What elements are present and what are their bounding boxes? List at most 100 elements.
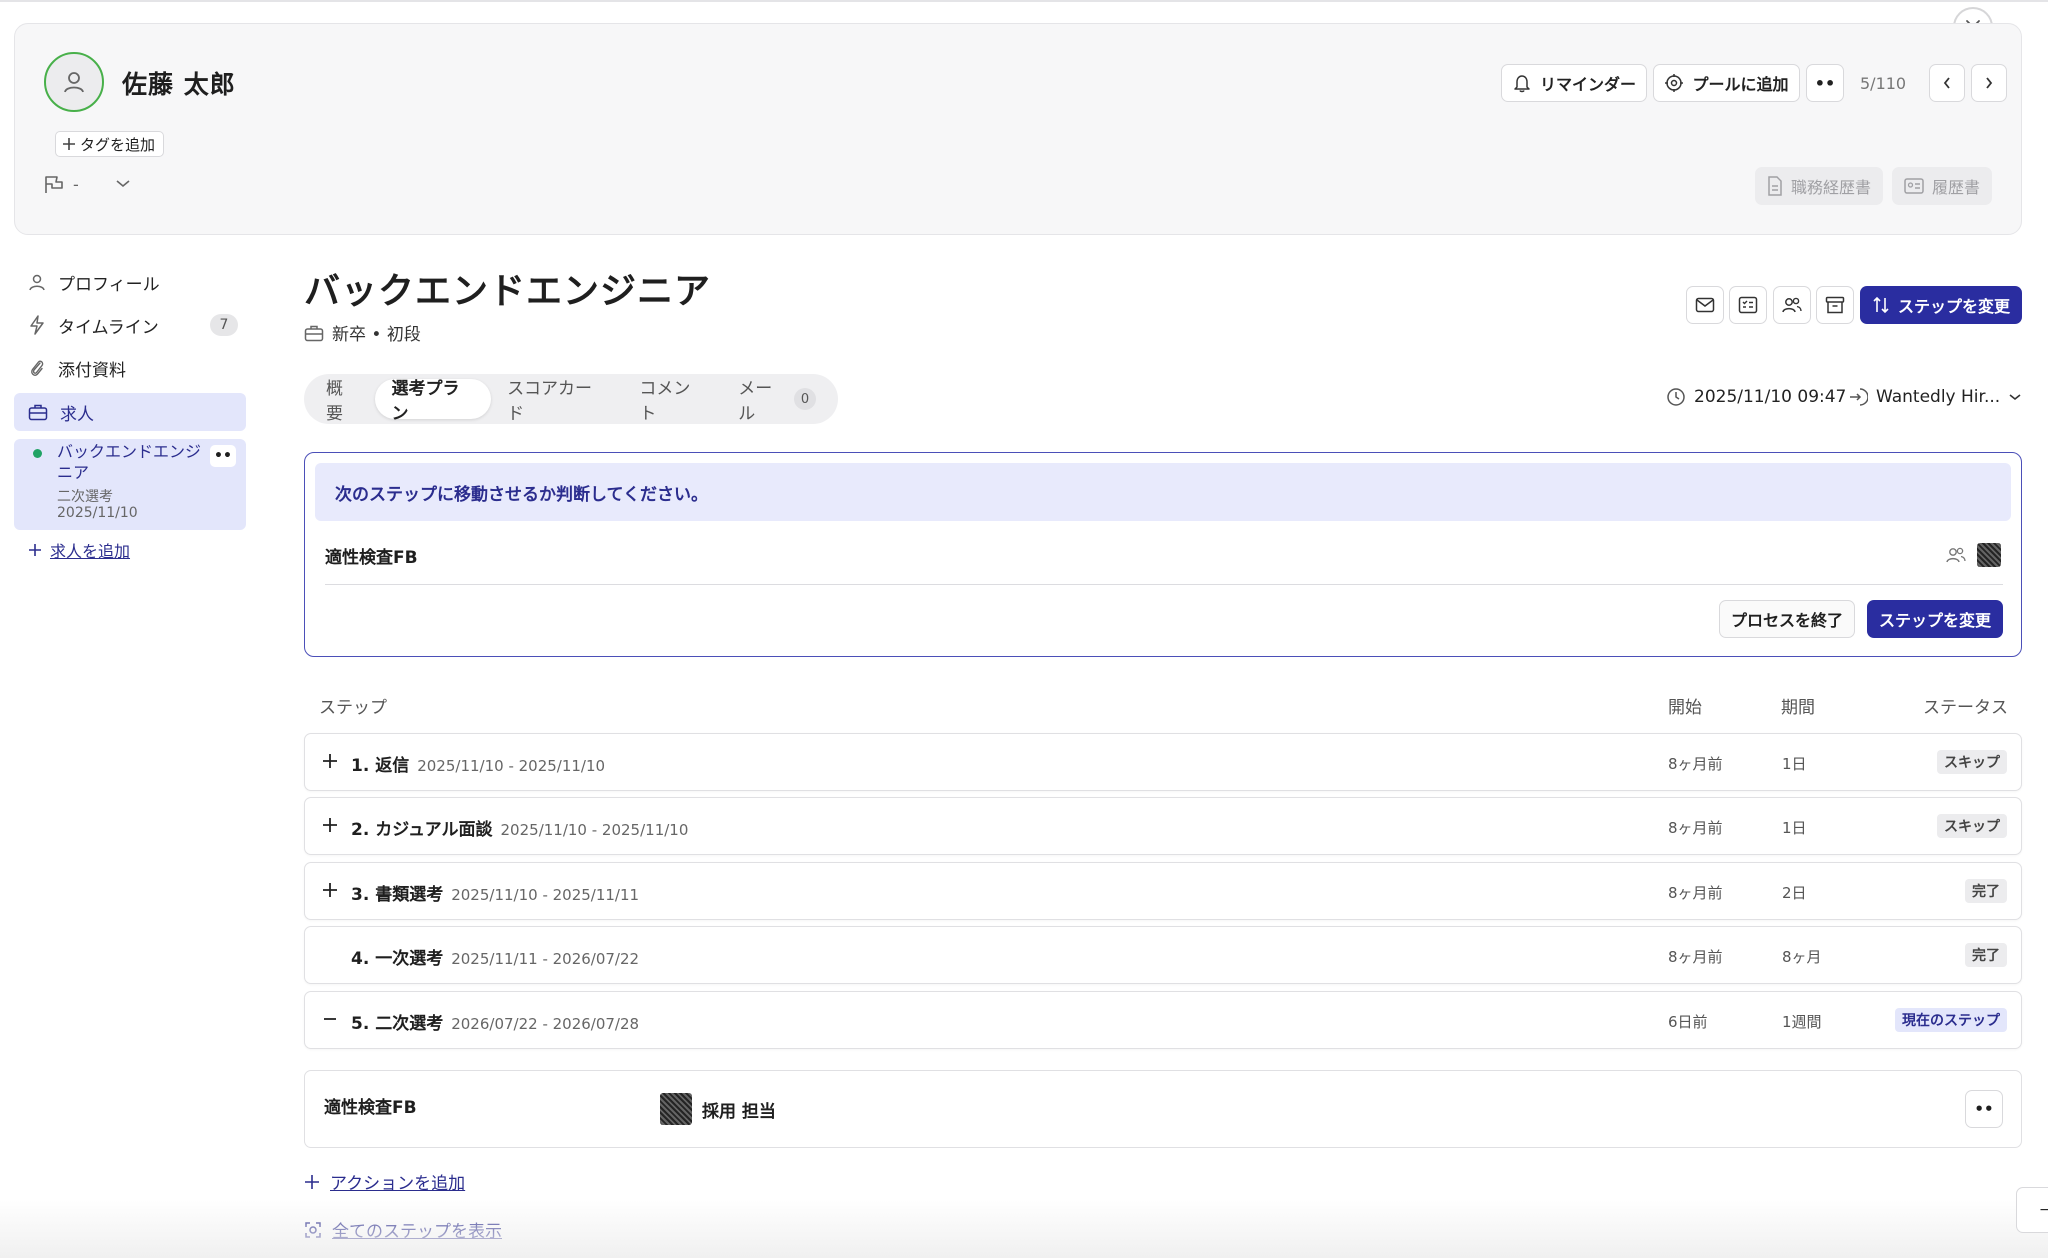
work-history-button[interactable]: 職務経歴書: [1755, 167, 1884, 205]
more-icon: ••: [1814, 73, 1836, 93]
briefcase-icon: [28, 403, 48, 421]
chevron-down-icon: [2008, 392, 2022, 402]
flag-selector[interactable]: -: [43, 174, 131, 194]
sidebar-item-profile[interactable]: プロフィール: [14, 263, 246, 301]
scorecard-button[interactable]: [1729, 286, 1767, 324]
change-step-button[interactable]: ステップを変更: [1860, 286, 2022, 324]
datetime-text: 2025/11/10 09:47: [1694, 387, 1847, 407]
assignee-avatar[interactable]: [1977, 543, 2001, 567]
show-all-steps-link[interactable]: 全てのステップを表示: [304, 1217, 502, 1242]
add-to-pool-button[interactable]: プールに追加: [1653, 64, 1800, 102]
sidebar-item-timeline[interactable]: タイムライン 7: [14, 306, 246, 344]
resume-label: 履歴書: [1932, 178, 1981, 197]
table-row[interactable]: 4. 一次選考 2025/11/11 - 2026/07/22 8ヶ月前 8ヶ月 …: [304, 926, 2022, 984]
add-tag-button[interactable]: タグを追加: [55, 131, 165, 157]
step-date-range: 2025/11/10 - 2025/11/11: [451, 886, 640, 904]
assign-users-button[interactable]: [1773, 286, 1811, 324]
step-name: 4. 一次選考: [351, 949, 444, 969]
tab-scorecard[interactable]: スコアカード: [491, 379, 623, 424]
step-start: 8ヶ月前: [1668, 948, 1723, 966]
column-header-step: ステップ: [319, 698, 387, 718]
work-history-label: 職務経歴書: [1791, 178, 1872, 197]
step-start: 8ヶ月前: [1668, 884, 1723, 902]
bell-icon: [1512, 73, 1532, 93]
tab-label: コメント: [639, 379, 691, 424]
table-row[interactable]: 3. 書類選考 2025/11/10 - 2025/11/11 8ヶ月前 2日 完…: [304, 862, 2022, 920]
status-badge: 完了: [1965, 879, 2007, 903]
step-name: 1. 返信: [351, 756, 410, 776]
step-name: 5. 二次選考: [351, 1014, 444, 1034]
status-badge: スキップ: [1937, 814, 2007, 838]
tab-selection-plan[interactable]: 選考プラン: [375, 379, 492, 424]
step-assignees: [1945, 543, 2001, 567]
job-meta: 新卒 • 初段: [304, 320, 421, 345]
step-date-range: 2025/11/10 - 2025/11/10: [417, 757, 606, 775]
resume-button[interactable]: 履歴書: [1892, 167, 1993, 205]
archive-button[interactable]: [1816, 286, 1854, 324]
side-panel-toggle[interactable]: −: [2016, 1187, 2048, 1233]
status-badge: 現在のステップ: [1895, 1008, 2007, 1032]
reminder-label: リマインダー: [1539, 75, 1636, 94]
mail-count-badge: 0: [794, 388, 817, 410]
change-step-label: ステップを変更: [1897, 297, 2010, 316]
tab-label: 概要: [326, 379, 343, 424]
step-name: 2. カジュアル面談: [351, 820, 493, 840]
expand-icon[interactable]: [319, 814, 341, 836]
tab-overview[interactable]: 概要: [310, 379, 375, 424]
action-more-button[interactable]: ••: [1965, 1090, 2003, 1128]
add-action-link[interactable]: アクションを追加: [304, 1169, 465, 1194]
table-row[interactable]: 2. カジュアル面談 2025/11/10 - 2025/11/10 8ヶ月前 1…: [304, 797, 2022, 855]
login-arrow-icon: [1848, 387, 1868, 407]
flag-icon: [43, 174, 65, 194]
step-name: 3. 書類選考: [351, 885, 444, 905]
step-decision-panel: 次のステップに移動させるか判断してください。 適性検査FB プロセスを終了 ステ…: [304, 452, 2022, 657]
plus-icon: [28, 543, 42, 557]
table-row[interactable]: 5. 二次選考 2026/07/22 - 2026/07/28 6日前 1週間 現…: [304, 991, 2022, 1049]
end-process-button[interactable]: プロセスを終了: [1719, 600, 1855, 638]
plus-icon: [304, 1174, 320, 1190]
email-button[interactable]: [1686, 286, 1724, 324]
current-step-name: 適性検査FB: [325, 548, 418, 568]
sidebar-item-label: 添付資料: [58, 360, 126, 381]
sidebar-item-jobs[interactable]: 求人: [14, 393, 246, 431]
step-start: 8ヶ月前: [1668, 755, 1723, 773]
step-date-range: 2026/07/22 - 2026/07/28: [451, 1015, 640, 1033]
divider: [325, 584, 2003, 585]
sidebar-item-label: タイムライン: [58, 317, 159, 338]
job-more-button[interactable]: ••: [210, 445, 236, 467]
document-icon: [1767, 176, 1783, 196]
step-duration: 8ヶ月: [1782, 948, 1822, 966]
source-selector[interactable]: Wantedly Hir...: [1848, 387, 2022, 407]
action-name: 適性検査FB: [324, 1098, 417, 1118]
more-options-button[interactable]: ••: [1806, 64, 1844, 102]
previous-candidate-button[interactable]: [1929, 64, 1965, 102]
tab-label: 選考プラン: [391, 379, 460, 424]
show-all-steps-label: 全てのステップを表示: [332, 1222, 502, 1242]
add-tag-label: タグを追加: [80, 135, 156, 154]
tab-comments[interactable]: コメント: [623, 379, 722, 424]
flag-value: -: [73, 174, 79, 194]
next-candidate-button[interactable]: [1971, 64, 2007, 102]
column-header-start: 開始: [1668, 698, 1702, 718]
users-icon[interactable]: [1945, 546, 1967, 564]
tab-mail[interactable]: メール 0: [722, 379, 832, 424]
add-job-link[interactable]: 求人を追加: [28, 538, 130, 562]
expand-icon[interactable]: [319, 879, 341, 901]
id-card-icon: [1904, 178, 1924, 194]
avatar[interactable]: [44, 52, 104, 112]
step-duration: 2日: [1782, 884, 1807, 902]
briefcase-icon: [304, 324, 324, 342]
reminder-button[interactable]: リマインダー: [1501, 64, 1647, 102]
sidebar-job-card[interactable]: バックエンドエンジニア 二次選考 2025/11/10 ••: [14, 439, 246, 530]
archive-icon: [1825, 296, 1845, 314]
sidebar-item-attachments[interactable]: 添付資料: [14, 349, 246, 387]
table-row[interactable]: 1. 返信 2025/11/10 - 2025/11/10 8ヶ月前 1日 スキッ…: [304, 733, 2022, 791]
pool-icon: [1664, 73, 1684, 93]
expand-icon[interactable]: [319, 750, 341, 772]
application-datetime: 2025/11/10 09:47: [1666, 387, 1846, 407]
users-icon: [1781, 296, 1803, 314]
collapse-icon[interactable]: [319, 1008, 341, 1030]
view-steps-icon: [304, 1221, 322, 1239]
step-date-range: 2025/11/10 - 2025/11/10: [500, 821, 689, 839]
change-step-button-secondary[interactable]: ステップを変更: [1867, 600, 2003, 638]
